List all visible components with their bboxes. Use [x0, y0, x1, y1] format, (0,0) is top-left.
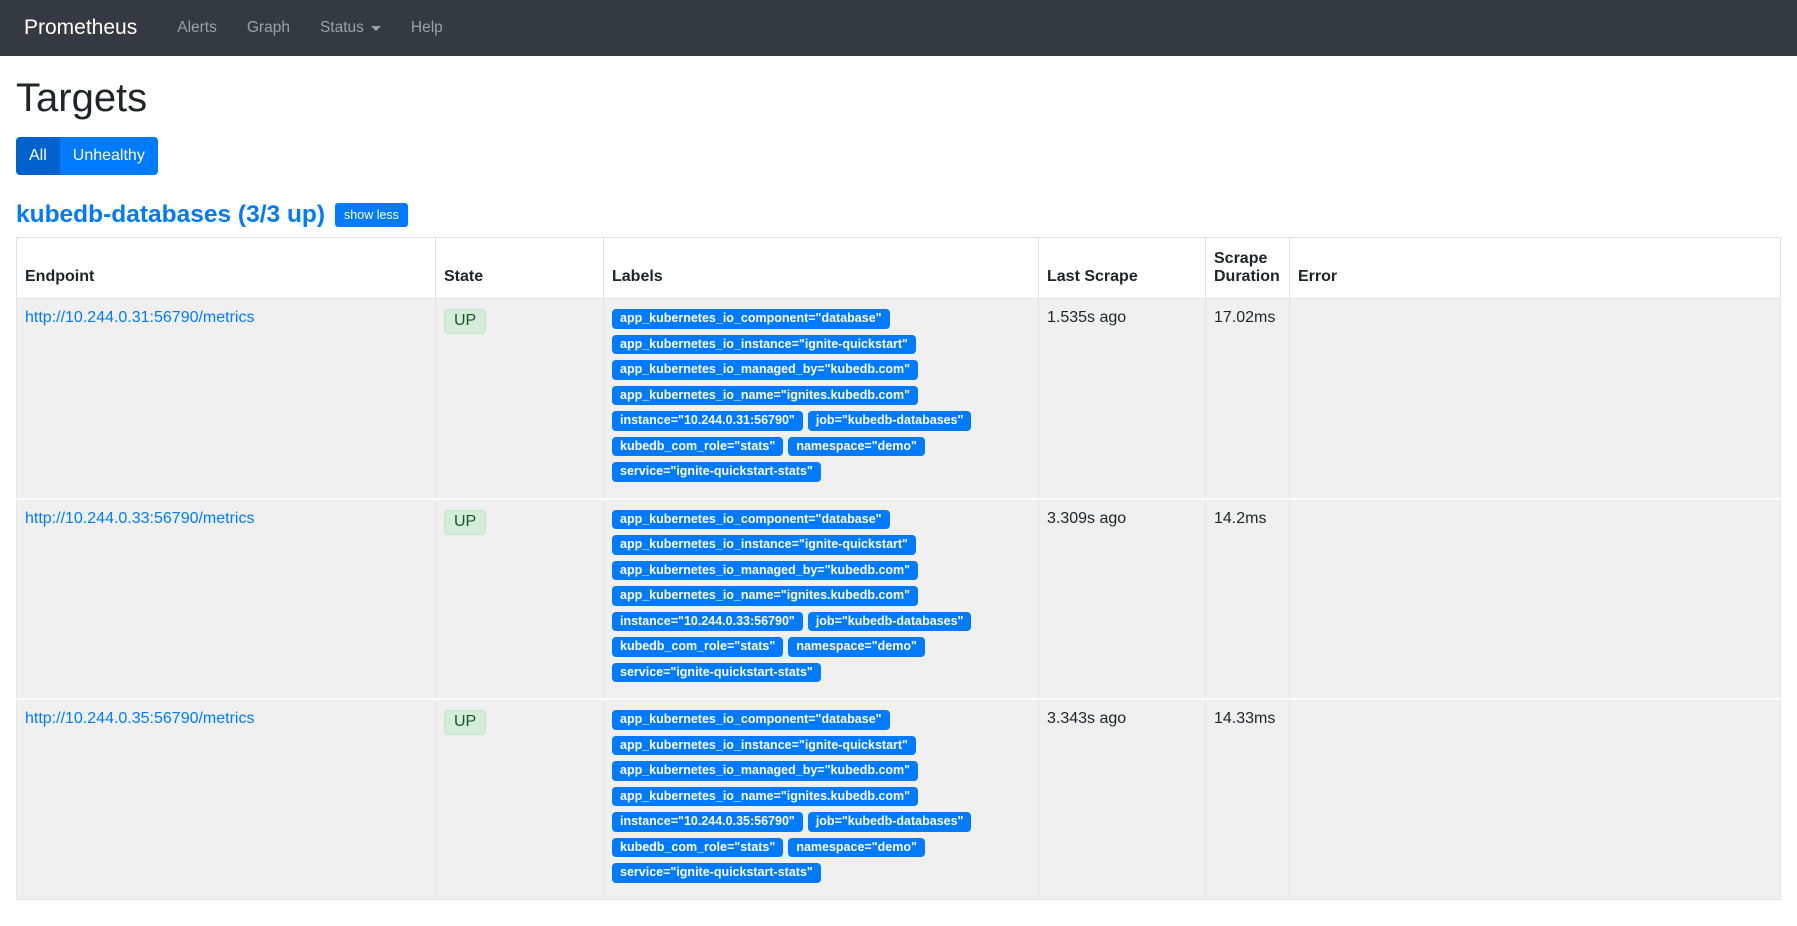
- targets-table: Endpoint State Labels Last Scrape Scrape…: [16, 237, 1781, 900]
- top-navbar: Prometheus Alerts Graph Status Help: [0, 0, 1797, 56]
- state-up-badge: UP: [444, 710, 486, 735]
- target-label-badge: kubedb_com_role="stats": [612, 838, 783, 858]
- col-header-endpoint: Endpoint: [17, 238, 436, 299]
- labels-cell: app_kubernetes_io_component="database"ap…: [612, 309, 1030, 488]
- target-label-badge: namespace="demo": [788, 437, 925, 457]
- target-label-badge: app_kubernetes_io_managed_by="kubedb.com…: [612, 561, 918, 581]
- main-content: Targets All Unhealthy kubedb-databases (…: [0, 76, 1797, 900]
- target-label-badge: app_kubernetes_io_instance="ignite-quick…: [612, 736, 916, 756]
- nav-item-status-label: Status: [320, 19, 364, 37]
- labels-cell: app_kubernetes_io_component="database"ap…: [612, 710, 1030, 889]
- state-up-badge: UP: [444, 309, 486, 334]
- col-header-error: Error: [1290, 238, 1781, 299]
- target-label-badge: service="ignite-quickstart-stats": [612, 663, 821, 683]
- target-label-badge: app_kubernetes_io_component="database": [612, 309, 890, 329]
- target-label-badge: service="ignite-quickstart-stats": [612, 462, 821, 482]
- last-scrape-value: 3.309s ago: [1039, 499, 1206, 700]
- scrape-duration-value: 17.02ms: [1206, 299, 1290, 499]
- table-row: http://10.244.0.35:56790/metrics UP app_…: [17, 699, 1781, 899]
- col-header-labels: Labels: [604, 238, 1039, 299]
- labels-cell: app_kubernetes_io_component="database"ap…: [612, 510, 1030, 689]
- target-label-badge: kubedb_com_role="stats": [612, 637, 783, 657]
- col-header-state: State: [436, 238, 604, 299]
- nav-item-alerts[interactable]: Alerts: [177, 19, 217, 37]
- col-header-scrape-duration: Scrape Duration: [1206, 238, 1290, 299]
- error-value: [1290, 699, 1781, 899]
- scrape-duration-value: 14.2ms: [1206, 499, 1290, 700]
- target-label-badge: job="kubedb-databases": [808, 612, 972, 632]
- target-label-badge: app_kubernetes_io_managed_by="kubedb.com…: [612, 360, 918, 380]
- target-label-badge: instance="10.244.0.35:56790": [612, 812, 803, 832]
- filter-unhealthy-button[interactable]: Unhealthy: [60, 137, 158, 175]
- state-up-badge: UP: [444, 510, 486, 535]
- target-label-badge: app_kubernetes_io_instance="ignite-quick…: [612, 535, 916, 555]
- table-header-row: Endpoint State Labels Last Scrape Scrape…: [17, 238, 1781, 299]
- last-scrape-value: 3.343s ago: [1039, 699, 1206, 899]
- target-label-badge: app_kubernetes_io_name="ignites.kubedb.c…: [612, 386, 918, 406]
- table-row: http://10.244.0.31:56790/metrics UP app_…: [17, 299, 1781, 499]
- endpoint-link[interactable]: http://10.244.0.35:56790/metrics: [25, 710, 254, 727]
- error-value: [1290, 299, 1781, 499]
- target-label-badge: app_kubernetes_io_managed_by="kubedb.com…: [612, 761, 918, 781]
- col-header-last-scrape: Last Scrape: [1039, 238, 1206, 299]
- navbar-brand[interactable]: Prometheus: [24, 16, 137, 40]
- target-label-badge: instance="10.244.0.33:56790": [612, 612, 803, 632]
- page-title: Targets: [16, 76, 1781, 121]
- nav-item-status[interactable]: Status: [320, 19, 381, 37]
- target-label-badge: app_kubernetes_io_name="ignites.kubedb.c…: [612, 787, 918, 807]
- target-label-badge: job="kubedb-databases": [808, 411, 972, 431]
- target-label-badge: app_kubernetes_io_instance="ignite-quick…: [612, 335, 916, 355]
- target-label-badge: app_kubernetes_io_component="database": [612, 510, 890, 530]
- target-label-badge: app_kubernetes_io_name="ignites.kubedb.c…: [612, 586, 918, 606]
- error-value: [1290, 499, 1781, 700]
- target-label-badge: kubedb_com_role="stats": [612, 437, 783, 457]
- table-row: http://10.244.0.33:56790/metrics UP app_…: [17, 499, 1781, 700]
- caret-down-icon: [371, 26, 381, 31]
- target-label-badge: namespace="demo": [788, 838, 925, 858]
- show-less-button[interactable]: show less: [335, 203, 408, 227]
- target-label-badge: app_kubernetes_io_component="database": [612, 710, 890, 730]
- target-label-badge: job="kubedb-databases": [808, 812, 972, 832]
- scrape-duration-value: 14.33ms: [1206, 699, 1290, 899]
- target-label-badge: namespace="demo": [788, 637, 925, 657]
- target-filter-group: All Unhealthy: [16, 137, 158, 175]
- target-label-badge: instance="10.244.0.31:56790": [612, 411, 803, 431]
- nav-item-graph[interactable]: Graph: [247, 19, 290, 37]
- filter-all-button[interactable]: All: [16, 137, 60, 175]
- last-scrape-value: 1.535s ago: [1039, 299, 1206, 499]
- job-header: kubedb-databases (3/3 up) show less: [16, 201, 1781, 229]
- nav-item-help[interactable]: Help: [411, 19, 443, 37]
- endpoint-link[interactable]: http://10.244.0.31:56790/metrics: [25, 309, 254, 326]
- target-label-badge: service="ignite-quickstart-stats": [612, 863, 821, 883]
- endpoint-link[interactable]: http://10.244.0.33:56790/metrics: [25, 510, 254, 527]
- job-title: kubedb-databases (3/3 up): [16, 201, 325, 229]
